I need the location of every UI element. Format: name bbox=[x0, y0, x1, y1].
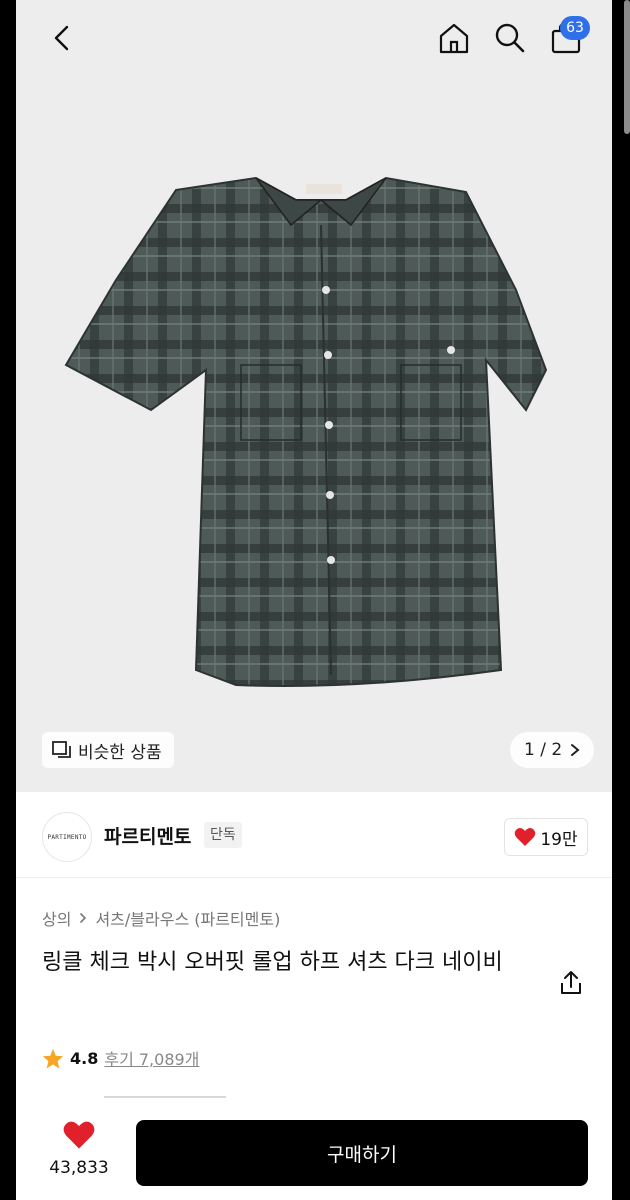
brand-like-count: 19만 bbox=[540, 829, 578, 850]
top-navigation-bar: 63 bbox=[16, 0, 612, 80]
share-icon bbox=[561, 971, 581, 994]
image-pager-label: 1 / 2 bbox=[524, 740, 563, 760]
breadcrumb-item-category[interactable]: 상의 bbox=[42, 906, 71, 930]
star-icon bbox=[42, 1048, 64, 1069]
brand-row: PARTIMENTO 파르티멘토 단독 19만 bbox=[16, 800, 612, 878]
product-rating: 4.8 후기 7,089개 bbox=[42, 1046, 199, 1070]
product-image-shirt bbox=[64, 176, 548, 687]
breadcrumb-item-subcategory[interactable]: 셔츠/블라우스 (파르티멘토) bbox=[95, 906, 280, 930]
similar-products-button[interactable]: 비슷한 상품 bbox=[42, 732, 174, 768]
brand-like-button[interactable]: 19만 bbox=[504, 818, 588, 856]
back-button[interactable] bbox=[42, 18, 82, 58]
search-button[interactable] bbox=[490, 18, 530, 58]
heart-icon bbox=[63, 1121, 95, 1149]
home-button[interactable] bbox=[434, 18, 474, 58]
brand-logo-text: PARTIMENTO bbox=[47, 833, 87, 841]
cart-button[interactable]: 63 bbox=[546, 16, 590, 58]
home-icon bbox=[439, 23, 469, 54]
breadcrumb: 상의 셔츠/블라우스 (파르티멘토) bbox=[42, 906, 280, 930]
similar-products-label: 비슷한 상품 bbox=[78, 742, 162, 763]
product-like-button[interactable]: 43,833 bbox=[36, 1120, 122, 1178]
brand-logo[interactable]: PARTIMENTO bbox=[42, 812, 92, 862]
section-divider bbox=[104, 1096, 226, 1098]
cart-count-badge: 63 bbox=[560, 16, 590, 40]
product-title: 링클 체크 박시 오버핏 롤업 하프 셔츠 다크 네이비 bbox=[42, 950, 503, 975]
share-button[interactable] bbox=[556, 968, 586, 998]
chevron-right-icon bbox=[80, 912, 87, 924]
product-like-count: 43,833 bbox=[49, 1158, 109, 1178]
image-pager[interactable]: 1 / 2 bbox=[510, 732, 595, 768]
chevron-right-icon bbox=[571, 744, 580, 756]
exclusive-badge: 단독 bbox=[204, 822, 242, 848]
bottom-action-bar: 43,833 구매하기 bbox=[16, 1108, 612, 1200]
product-detail-screen: 63 비슷한 상품 1 / 2 PARTIMENTO 파르티멘토 단독 19만 … bbox=[16, 0, 612, 1200]
buy-button[interactable]: 구매하기 bbox=[136, 1120, 588, 1186]
search-icon bbox=[495, 23, 525, 53]
buy-button-label: 구매하기 bbox=[327, 1143, 397, 1166]
brand-name[interactable]: 파르티멘토 bbox=[104, 822, 191, 849]
rating-score: 4.8 bbox=[70, 1048, 99, 1068]
review-count-link[interactable]: 후기 7,089개 bbox=[104, 1046, 199, 1070]
chevron-left-icon bbox=[54, 25, 69, 51]
heart-icon bbox=[515, 828, 536, 846]
product-image-gallery[interactable]: 63 비슷한 상품 1 / 2 bbox=[16, 0, 612, 792]
similar-items-icon bbox=[52, 741, 71, 758]
scrollbar[interactable] bbox=[624, 0, 630, 134]
